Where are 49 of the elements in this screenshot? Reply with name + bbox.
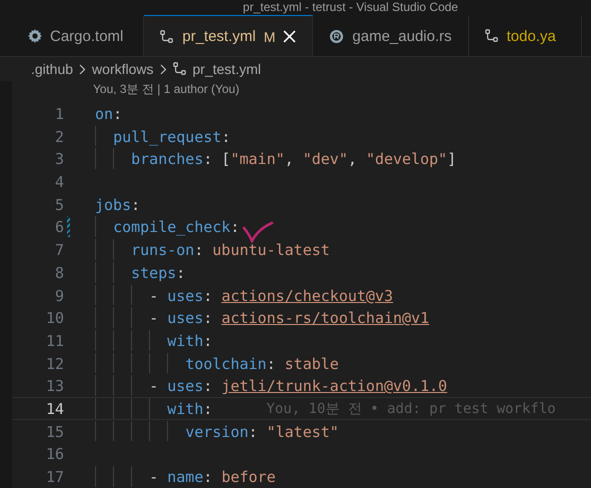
editor-tab[interactable]: pr_test.yml M [144, 15, 314, 56]
code-line: on: [95, 104, 122, 124]
close-icon[interactable] [283, 30, 296, 43]
code-line: - uses: actions-rs/toolchain@v1 [95, 307, 430, 328]
code-line: jobs: [95, 194, 140, 214]
nodes-icon [160, 30, 174, 44]
code-line: - name: before [95, 466, 276, 487]
line-number: 11 [44, 330, 64, 351]
line-number: 13 [44, 376, 64, 396]
code-line: with: [95, 398, 212, 419]
code-line: - uses: jetli/trunk-action@v0.1.0 [95, 375, 448, 396]
code-line: branches: ["main", "dev", "develop"] [95, 148, 456, 170]
code-line: compile_check: [95, 216, 240, 238]
breadcrumb-item[interactable]: pr_test.yml [192, 61, 261, 77]
line-number: 1 [54, 104, 64, 124]
line-number: 2 [54, 126, 64, 146]
line-number: 4 [54, 172, 64, 192]
line-number: 12 [44, 354, 64, 374]
chevron-icon [160, 64, 167, 74]
line-number: 8 [54, 262, 64, 282]
line-number: 15 [44, 422, 64, 442]
editor-tab[interactable]: todo.ya [468, 15, 582, 56]
code-line: runs-on: ubuntu-latest [95, 239, 330, 260]
chevron-icon [79, 64, 86, 74]
gear-icon [28, 29, 42, 43]
line-number: 17 [44, 467, 64, 487]
line-number: 3 [54, 149, 64, 170]
line-number: 9 [54, 286, 64, 306]
line-number: 7 [54, 240, 64, 260]
line-number: 10 [44, 308, 64, 328]
codelens-text[interactable]: You, 3분 전 | 1 author (You) [12, 81, 591, 102]
nodes-icon [172, 62, 187, 76]
line-number: 6 [54, 217, 64, 238]
code-line: steps: [95, 262, 186, 282]
blame-annotation: You, 10분 전 • add: pr test workflo [266, 400, 556, 419]
code-line: pull_request: [95, 126, 230, 146]
line-number: 16 [44, 444, 64, 464]
check-mark-icon [242, 221, 274, 243]
code-line: version: "latest" [95, 420, 339, 442]
code-line: - uses: actions/checkout@v3 [95, 284, 394, 306]
line-number: 5 [54, 194, 64, 214]
breadcrumb-item[interactable]: workflows [92, 61, 154, 77]
window-title: pr_test.yml - tetrust - Visual Studio Code [242, 0, 458, 15]
code-line: toolchain: stable [95, 352, 339, 374]
breadcrumb-item[interactable]: .github [31, 61, 74, 77]
code-line: with: [95, 330, 212, 351]
nodes-icon [484, 29, 499, 43]
modified-label: M [264, 28, 276, 44]
line-number: 14 [44, 398, 64, 419]
